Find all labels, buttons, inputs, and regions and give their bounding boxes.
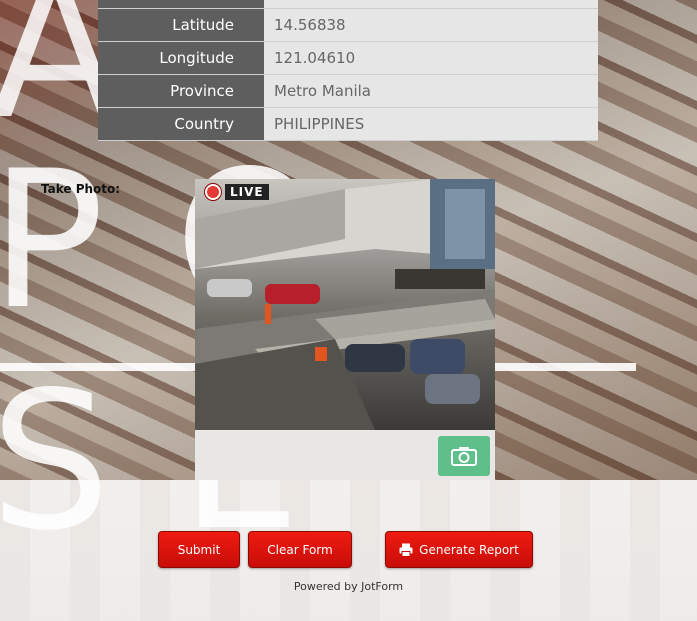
longitude-label: Longitude [98, 41, 264, 75]
camera-preview: LIVE [195, 179, 495, 430]
submit-button-label: Submit [177, 542, 221, 557]
capture-photo-button[interactable] [438, 436, 490, 476]
printer-icon [399, 543, 413, 557]
generate-report-button[interactable]: Generate Report [385, 531, 533, 568]
clear-form-button-label: Clear Form [267, 542, 333, 557]
live-label: LIVE [225, 184, 269, 200]
table-row: Province Metro Manila [98, 74, 598, 108]
powered-by-text: Powered by JotForm [293, 580, 404, 593]
camera-scene [195, 179, 495, 430]
take-photo-label: Take Photo: [41, 182, 121, 196]
latitude-label: Latitude [98, 8, 264, 42]
table-row: Longitude 121.04610 [98, 41, 598, 75]
table-row [98, 0, 598, 9]
clear-form-button[interactable]: Clear Form [248, 531, 352, 568]
record-dot-icon [205, 184, 221, 200]
province-label: Province [98, 74, 264, 108]
photo-capture-widget: LIVE [195, 179, 495, 480]
table-row: Latitude 14.56838 [98, 8, 598, 42]
country-label: Country [98, 107, 264, 141]
country-value: PHILIPPINES [264, 107, 598, 141]
live-badge: LIVE [205, 183, 269, 201]
province-value: Metro Manila [264, 74, 598, 108]
location-table: Latitude 14.56838 Longitude 121.04610 Pr… [98, 0, 598, 141]
latitude-value: 14.56838 [264, 8, 598, 42]
submit-button[interactable]: Submit [158, 531, 240, 568]
table-row: Country PHILIPPINES [98, 107, 598, 141]
camera-icon [451, 447, 477, 466]
generate-report-label: Generate Report [419, 542, 519, 557]
longitude-value: 121.04610 [264, 41, 598, 75]
